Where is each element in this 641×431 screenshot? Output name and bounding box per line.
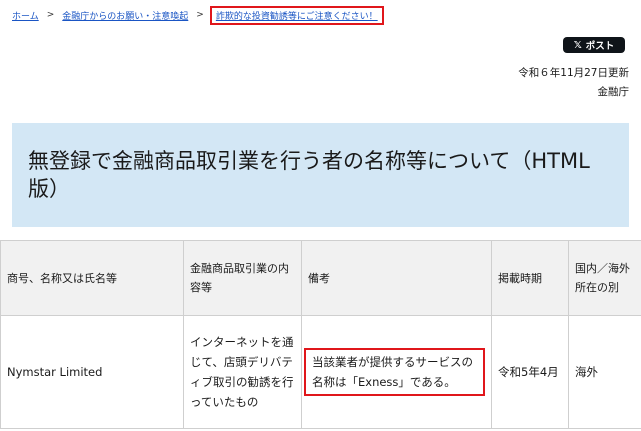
x-post-label: ポスト xyxy=(585,41,615,52)
page-title-box: 無登録で金融商品取引業を行う者の名称等について（HTML版） xyxy=(12,123,629,227)
cell-date: 令和5年4月 xyxy=(491,315,569,429)
breadcrumb-separator: > xyxy=(196,10,204,20)
page-title: 無登録で金融商品取引業を行う者の名称等について（HTML版） xyxy=(28,149,590,201)
cell-remarks: 当該業者が提供するサービスの名称は「Exness」である。 xyxy=(301,315,492,429)
breadcrumb-parent-link[interactable]: 金融庁からのお願い・注意喚起 xyxy=(62,9,188,22)
page-meta: 令和６年11月27日更新 金融庁 xyxy=(518,64,629,102)
breadcrumb-current-link[interactable]: 詐欺的な投資勧誘等にご注意ください！ xyxy=(209,5,384,25)
x-post-button[interactable]: 𝕏 ポスト xyxy=(563,37,625,53)
registrant-table: 商号、名称又は氏名等 金融商品取引業の内容等 備考 掲載時期 国内／海外所在の別… xyxy=(0,240,641,429)
highlighted-remark: 当該業者が提供するサービスの名称は「Exness」である。 xyxy=(304,348,485,396)
table-header-row: 商号、名称又は氏名等 金融商品取引業の内容等 備考 掲載時期 国内／海外所在の別 xyxy=(0,240,641,316)
x-logo-icon: 𝕏 xyxy=(573,39,582,51)
header-business: 金融商品取引業の内容等 xyxy=(183,240,302,316)
breadcrumb: ホーム > 金融庁からのお願い・注意喚起 > 詐欺的な投資勧誘等にご注意ください… xyxy=(12,5,384,25)
table-row: Nymstar Limited インターネットを通じて、店頭デリバティブ取引の勧… xyxy=(0,315,641,429)
cell-name: Nymstar Limited xyxy=(0,315,184,429)
header-date: 掲載時期 xyxy=(491,240,569,316)
agency-name: 金融庁 xyxy=(597,86,630,98)
header-location: 国内／海外所在の別 xyxy=(568,240,641,316)
cell-business: インターネットを通じて、店頭デリバティブ取引の勧誘を行っていたもの xyxy=(183,315,302,429)
updated-date: 令和６年11月27日更新 xyxy=(518,67,629,79)
header-remarks: 備考 xyxy=(301,240,492,316)
cell-location: 海外 xyxy=(568,315,641,429)
breadcrumb-separator: > xyxy=(46,10,55,20)
breadcrumb-home-link[interactable]: ホーム xyxy=(12,9,39,22)
header-name: 商号、名称又は氏名等 xyxy=(0,240,184,316)
